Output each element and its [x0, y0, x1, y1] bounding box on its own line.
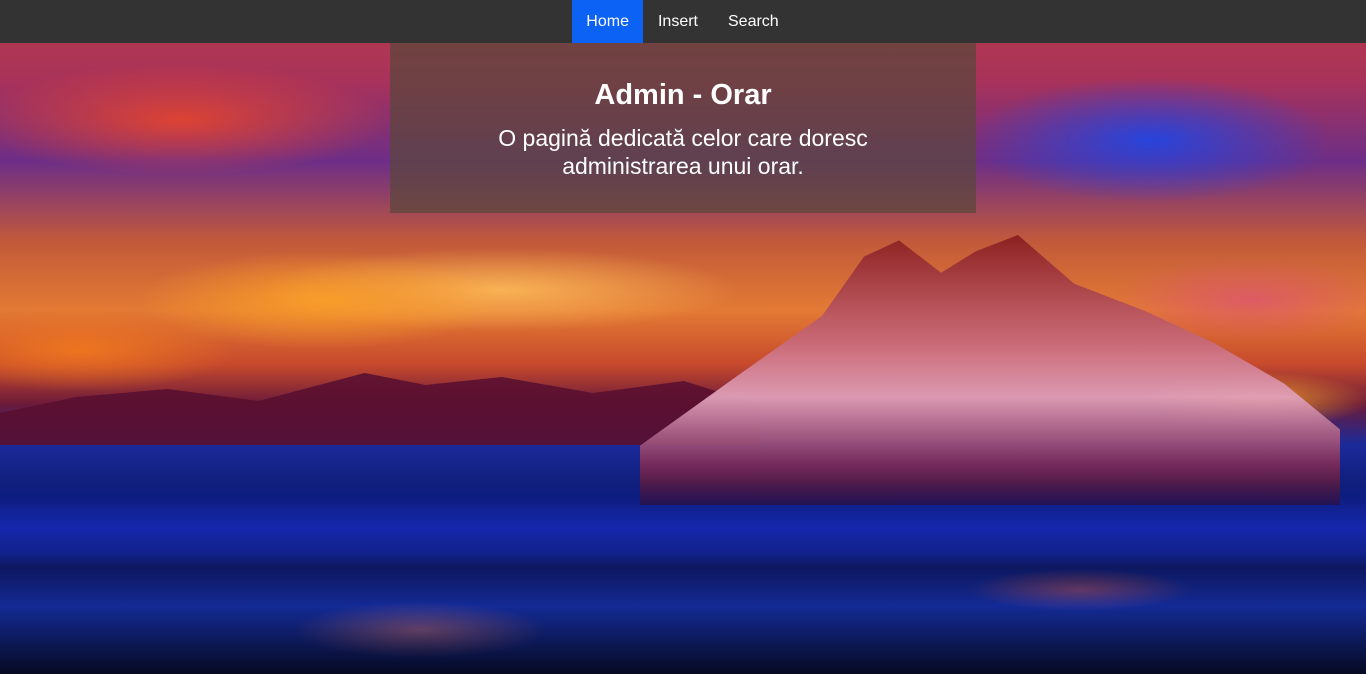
nav-search-link[interactable]: Search	[713, 0, 794, 43]
page-title: Admin - Orar	[594, 79, 772, 111]
hero-banner: Admin - Orar O pagină dedicată celor car…	[390, 43, 976, 213]
distant-ridge	[0, 373, 760, 445]
nav-insert-link[interactable]: Insert	[643, 0, 713, 43]
page-subtitle: O pagină dedicată celor care doresc admi…	[498, 125, 868, 179]
top-navbar: Home Insert Search	[0, 0, 1366, 43]
page: Home Insert Search Admin - Orar O pagină…	[0, 0, 1366, 674]
mountain-image	[640, 235, 1340, 505]
lake-reflection	[0, 480, 1366, 674]
nav-home-link[interactable]: Home	[572, 0, 643, 43]
